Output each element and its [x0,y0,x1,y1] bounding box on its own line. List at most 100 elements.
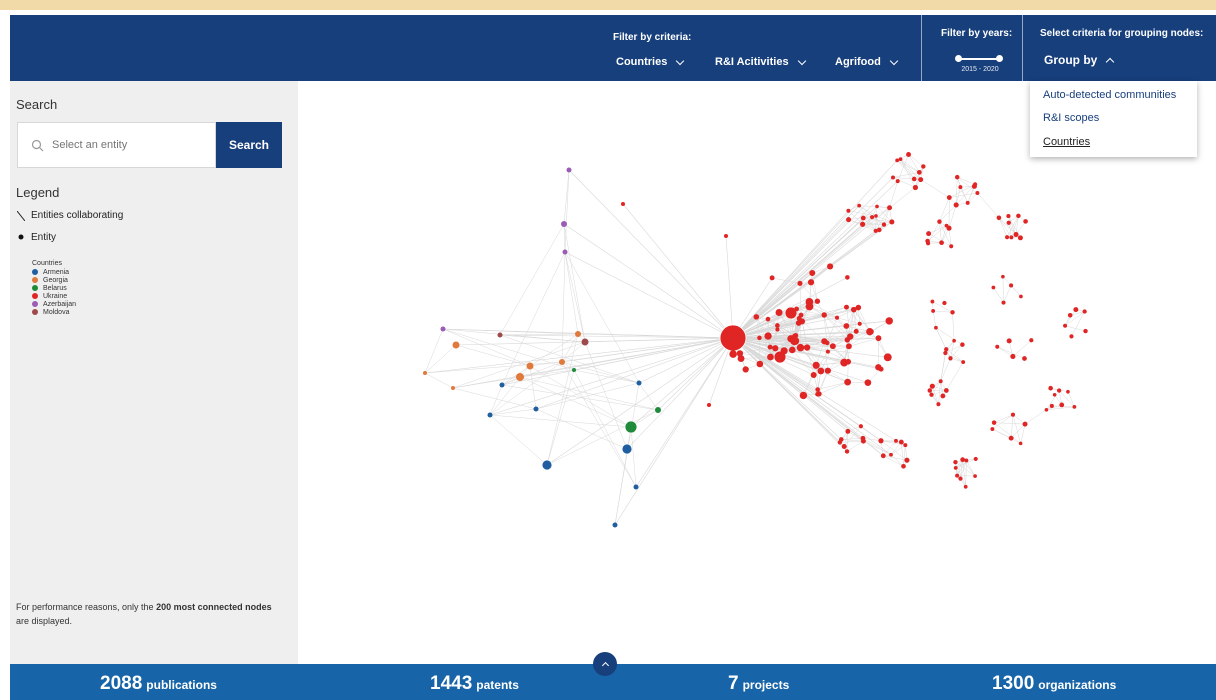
graph-node[interactable] [853,328,859,334]
graph-node[interactable] [1067,312,1073,318]
graph-node[interactable] [943,388,949,393]
graph-node[interactable] [812,361,820,369]
graph-node[interactable] [873,228,878,233]
graph-node[interactable] [769,275,775,281]
graph-node[interactable] [874,214,878,218]
search-input[interactable] [52,139,202,151]
graph-node[interactable] [797,280,803,286]
graph-node[interactable] [636,380,642,386]
graph-node[interactable] [499,382,505,388]
graph-node[interactable] [742,366,749,373]
graph-node[interactable] [894,438,898,443]
graph-node[interactable] [875,204,879,209]
graph-node[interactable] [890,175,896,180]
graph-node[interactable] [944,347,949,352]
graph-node[interactable] [1063,323,1068,328]
graph-node[interactable] [452,341,460,349]
graph-node[interactable] [440,326,446,332]
graph-node[interactable] [845,343,852,350]
graph-node[interactable] [885,317,893,325]
graph-node[interactable] [841,443,847,450]
graph-node[interactable] [753,314,760,320]
graph-node[interactable] [878,366,884,372]
graph-node[interactable] [990,427,995,432]
graph-node[interactable] [845,275,850,280]
graph-node[interactable] [516,373,524,381]
graph-node[interactable] [767,344,773,350]
graph-node[interactable] [929,383,935,389]
graph-node[interactable] [948,356,953,361]
graph-node[interactable] [938,379,943,384]
graph-node[interactable] [973,456,978,461]
graph-node[interactable] [1029,338,1034,343]
graph-node[interactable] [950,310,955,315]
graph-node[interactable] [575,331,581,337]
graph-node[interactable] [878,438,884,444]
filter-agrifood-dropdown[interactable]: Agrifood [835,56,899,68]
graph-node[interactable] [633,484,639,490]
graph-node[interactable] [876,227,882,233]
graph-node[interactable] [1073,307,1079,313]
graph-node[interactable] [1019,294,1023,299]
graph-node[interactable] [860,221,866,227]
graph-node[interactable] [834,315,840,320]
graph-node[interactable] [916,169,922,175]
graph-node[interactable] [971,183,977,189]
graph-node[interactable] [825,349,830,354]
graph-node[interactable] [1001,300,1006,305]
graph-node[interactable] [807,279,815,286]
graph-node[interactable] [937,219,942,224]
graph-node[interactable] [526,362,534,370]
graph-node[interactable] [858,424,863,429]
graph-node[interactable] [930,299,935,304]
graph-node[interactable] [864,379,872,386]
graph-node[interactable] [829,343,836,350]
graph-node[interactable] [942,300,947,306]
graph-node[interactable] [934,325,938,330]
graph-node[interactable] [775,323,780,328]
graph-node[interactable] [995,344,1000,349]
graph-node[interactable] [926,231,932,237]
year-range-slider[interactable] [955,55,1003,63]
network-graph[interactable] [298,81,1216,664]
graph-node[interactable] [946,225,952,231]
graph-node[interactable] [810,371,817,379]
graph-node[interactable] [772,345,779,352]
graph-node[interactable] [621,202,625,206]
graph-node[interactable] [757,335,762,341]
graph-node[interactable] [857,321,862,326]
graph-node[interactable] [1010,412,1016,417]
graph-node[interactable] [991,420,997,425]
graph-node[interactable] [1009,235,1014,240]
graph-node[interactable] [960,457,965,463]
graph-node[interactable] [927,388,932,393]
graph-node[interactable] [955,473,960,478]
graph-node[interactable] [541,459,553,471]
graph-node[interactable] [824,340,830,346]
graph-node[interactable] [921,164,926,169]
graph-node[interactable] [729,350,737,358]
graph-node[interactable] [794,306,799,312]
graph-node[interactable] [1006,214,1011,219]
graph-node[interactable] [824,367,831,374]
network-graph-canvas[interactable] [298,81,1216,664]
graph-node[interactable] [895,158,900,163]
graph-node[interactable] [423,371,427,375]
graph-node[interactable] [898,439,904,445]
graph-node[interactable] [612,522,618,528]
graph-node[interactable] [949,244,954,249]
graph-node[interactable] [805,298,814,306]
graph-node[interactable] [939,240,944,246]
graph-node[interactable] [895,179,900,184]
graph-node[interactable] [881,222,887,227]
filter-countries-dropdown[interactable]: Countries [616,56,685,68]
graph-node[interactable] [1022,421,1028,427]
graph-node[interactable] [855,304,862,311]
graph-node[interactable] [1083,328,1088,334]
group-by-dropdown[interactable]: Group by [1044,53,1115,67]
graph-node[interactable] [880,453,886,459]
graph-node[interactable] [798,312,804,318]
graph-node[interactable] [946,195,952,200]
graph-node[interactable] [960,342,965,347]
graph-node[interactable] [965,200,970,205]
